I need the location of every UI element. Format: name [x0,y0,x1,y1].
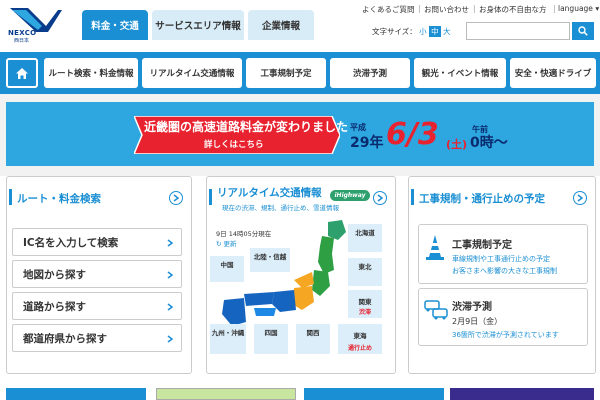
congestion-forecast-title: 渋滞予測 [452,302,492,313]
region-hokuriku-shinetsu[interactable]: 北陸・信越 [250,248,290,272]
region-tokai-label: 東海 [353,331,367,340]
tab-label: 料金・交通 [91,21,139,32]
language-label: language [558,4,593,13]
ic-name-search-button[interactable]: IC名を入力して検索 [12,228,182,256]
chevron-right-icon [167,303,173,311]
nav-realtime-traffic[interactable]: リアルタイム交通情報 [142,58,242,88]
toll-change-banner[interactable]: 近畿圏の高速道路料金が変わりました 詳しくはこちら 平成 29年 6/3 (土)… [6,102,594,166]
region-tokai[interactable]: 東海 通行止め [338,324,382,354]
chevron-right-icon [377,194,383,202]
construction-schedule-desc1[interactable]: 車線規制や工事通行止めの予定 [452,254,550,264]
bottom-banner-4[interactable] [450,388,594,400]
japan-traffic-map: 中国 北陸・信越 北海道 東北 関東 渋滞 九州・沖縄 四国 関西 東海 通行止… [210,214,386,356]
traffic-jam-icon [424,300,448,320]
region-hokkaido[interactable]: 北海道 [348,224,382,252]
nav-tourism-events[interactable]: 観光・イベント情報 [414,58,506,88]
tab-service-area[interactable]: サービスエリア情報 [152,10,244,40]
region-kanto-label: 関東 [358,297,372,306]
ihighway-badge: iHighway [330,190,370,201]
faq-link[interactable]: よくあるご質問 [362,4,415,15]
region-kanto-status: 渋滞 [358,308,371,316]
util-separator: | [553,4,556,13]
nav-safe-drive[interactable]: 安全・快適ドライブ [510,58,596,88]
home-icon [16,67,28,79]
road-search-button[interactable]: 道路から探す [12,292,182,320]
card-accent-bar [411,189,414,205]
region-kyushu-okinawa[interactable]: 九州・沖縄 [210,324,246,354]
tab-toll-traffic[interactable]: 料金・交通 [82,10,148,40]
language-link[interactable]: language ▾ [558,4,599,13]
region-tokai-status: 通行止め [347,344,372,352]
region-kanto[interactable]: 関東 渋滞 [348,290,382,318]
construction-card-arrow[interactable] [573,191,587,205]
chevron-right-icon [173,194,179,202]
route-card-arrow[interactable] [169,191,183,205]
bottom-banner-1[interactable] [6,388,146,400]
brand-sub: 西日本 [14,38,30,44]
search-button[interactable] [572,22,594,40]
contact-link[interactable]: お問い合わせ [424,4,469,15]
tab-label: サービスエリア情報 [155,21,241,32]
chevron-down-icon: ▾ [595,4,600,13]
construction-schedule-desc2[interactable]: お客さまへ影響の大きな工事規制 [452,266,557,276]
traffic-cone-icon [426,235,444,260]
list-item-label: 道路から探す [23,300,86,313]
banner-details-link: 詳しくはこちら [204,140,264,150]
search-icon [578,26,588,36]
nav-construction[interactable]: 工事規制予定 [246,58,326,88]
card-accent-bar [209,189,212,205]
banner-day-of-week: (土) [446,138,468,151]
card-accent-bar [9,189,12,205]
traffic-subtitle: 現在の渋滞、規制、通行止め、雪道情報 [222,204,339,212]
brand-name: NEXCO [8,29,37,37]
util-separator: | [418,4,421,13]
font-size-label: 文字サイズ： [372,27,417,36]
list-item-label: 地図から探す [23,268,86,281]
list-item-label: IC名を入力して検索 [23,236,119,249]
prefecture-search-button[interactable]: 都道府県から探す [12,324,182,352]
banner-time: 0時～ [470,135,508,151]
banner-year: 29年 [350,135,384,151]
tab-label: 企業情報 [261,21,300,32]
chevron-right-icon [167,335,173,343]
accessibility-link[interactable]: お身体の不自由な方 [479,4,547,15]
main-nav: ルート検索・料金情報 リアルタイム交通情報 工事規制予定 渋滞予測 観光・イベン… [0,52,600,94]
traffic-card-title[interactable]: リアルタイム交通情報 [217,185,322,200]
tab-corporate[interactable]: 企業情報 [248,10,314,40]
chevron-right-icon [577,194,583,202]
nav-route-search[interactable]: ルート検索・料金情報 [44,58,138,88]
region-tohoku[interactable]: 東北 [348,258,382,286]
map-search-button[interactable]: 地図から探す [12,260,182,288]
font-size-small[interactable]: 小 [419,27,427,36]
util-separator: | [473,4,476,13]
congestion-forecast-date: 2月9日（金） [452,317,503,326]
list-item-label: 都道府県から探す [23,332,107,345]
font-size-medium[interactable]: 中 [429,26,441,37]
route-card-title[interactable]: ルート・料金検索 [17,191,101,206]
region-kansai[interactable]: 関西 [296,324,330,354]
construction-card-title[interactable]: 工事規制・通行止めの予定 [419,191,545,206]
search-input[interactable] [466,22,570,40]
font-size-control: 文字サイズ： 小 中 大 [372,26,450,37]
bottom-banner-3[interactable] [304,388,444,400]
construction-schedule-title: 工事規制予定 [452,240,512,251]
nav-congestion-forecast[interactable]: 渋滞予測 [330,58,410,88]
banner-date: 6/3 [386,117,439,152]
font-size-large[interactable]: 大 [443,27,451,36]
region-shikoku[interactable]: 四国 [254,324,288,354]
site-header: NEXCO 西日本 料金・交通 サービスエリア情報 企業情報 よくあるご質問 |… [0,0,600,52]
region-chugoku[interactable]: 中国 [210,256,244,282]
chevron-right-icon [167,271,173,279]
bottom-banner-2[interactable] [156,388,296,400]
traffic-card-arrow[interactable] [373,191,387,205]
banner-headline: 近畿圏の高速道路料金が変わりました [144,120,349,134]
home-button[interactable] [6,58,38,88]
chevron-right-icon [167,239,173,247]
congestion-forecast-desc[interactable]: 36箇所で渋滞が予測されています [452,330,559,340]
